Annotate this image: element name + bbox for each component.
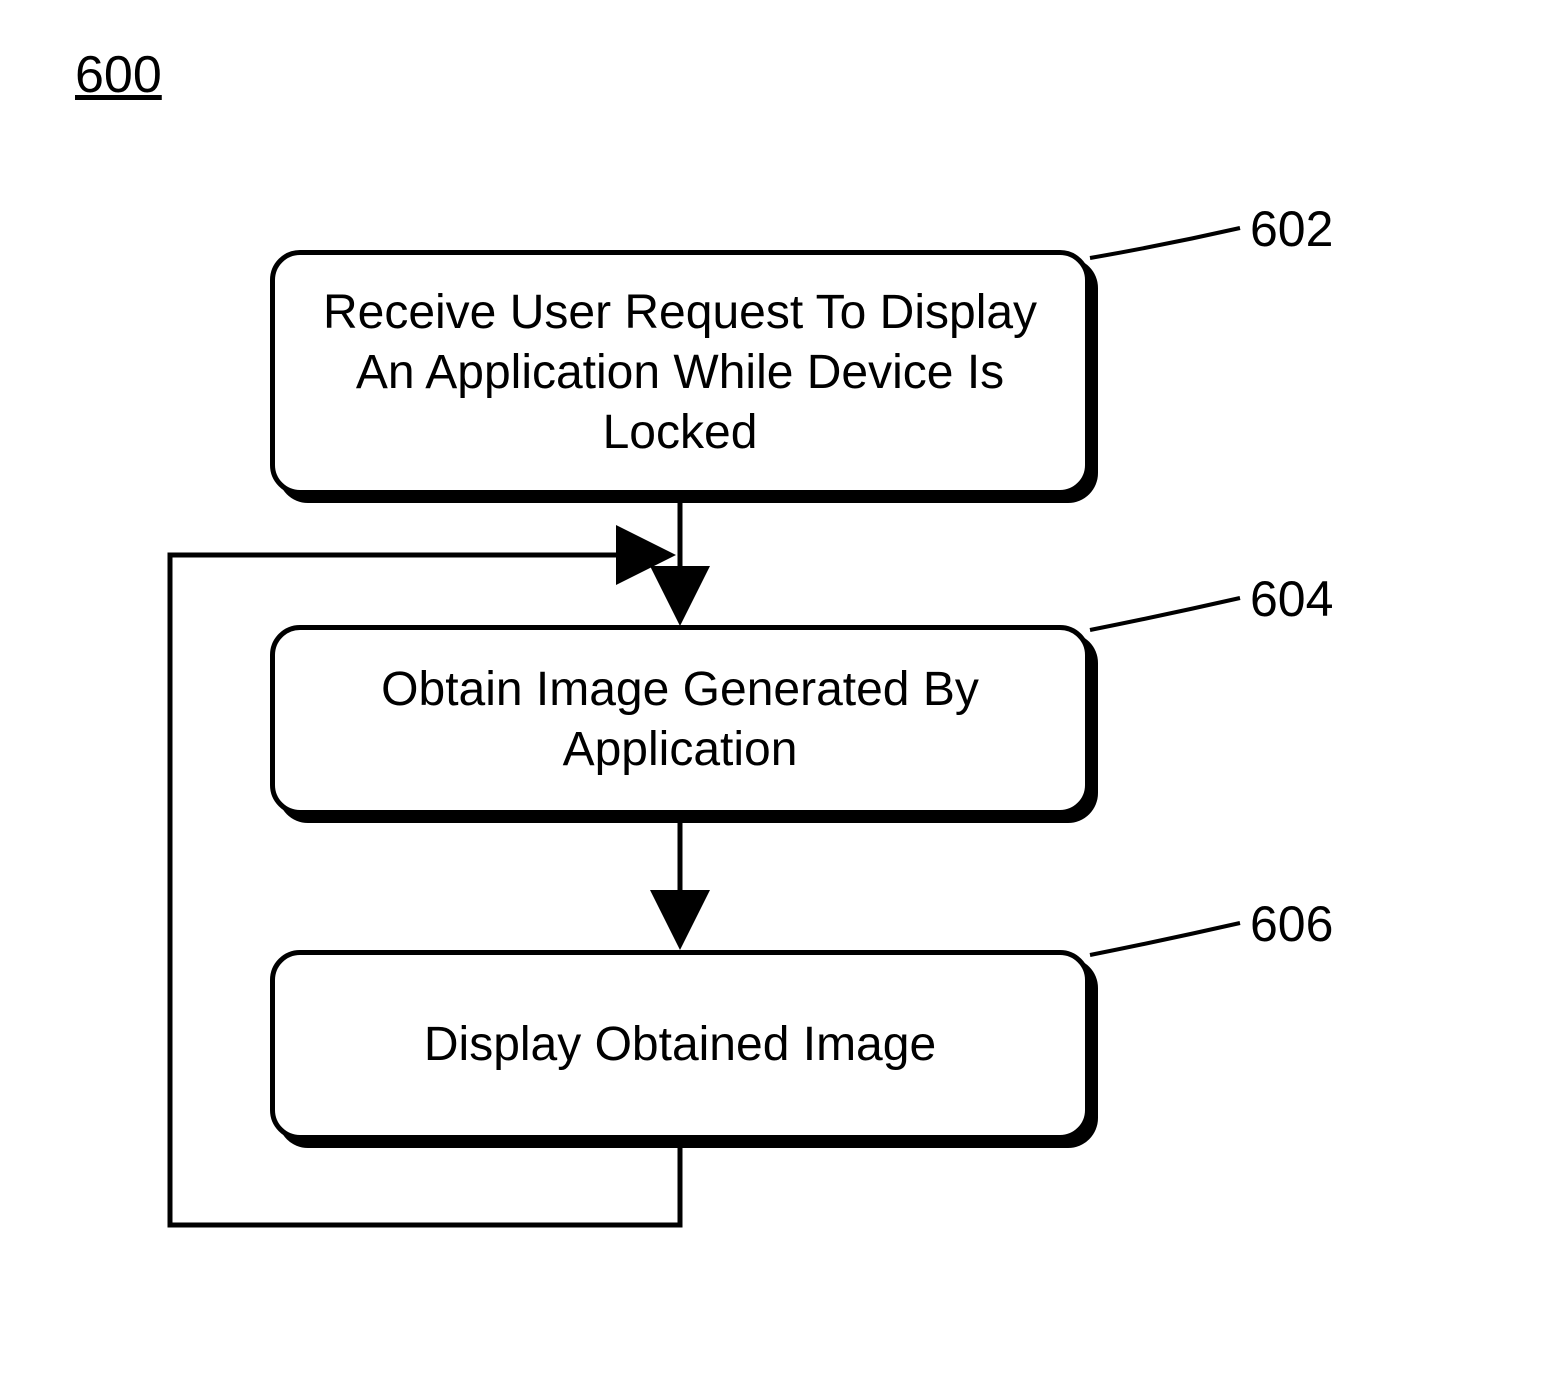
- step-606-box: Display Obtained Image: [270, 950, 1090, 1140]
- step-604-ref: 604: [1250, 570, 1333, 628]
- step-602-box: Receive User Request To Display An Appli…: [270, 250, 1090, 495]
- step-606-ref: 606: [1250, 895, 1333, 953]
- leader-602: [1090, 228, 1240, 258]
- step-604-box: Obtain Image Generated By Application: [270, 625, 1090, 815]
- leader-604: [1090, 598, 1240, 630]
- step-602-text: Receive User Request To Display An Appli…: [303, 283, 1057, 463]
- step-604-text: Obtain Image Generated By Application: [303, 660, 1057, 780]
- flowchart-diagram: 600 Receive User Request To Display An A…: [0, 0, 1552, 1390]
- step-606-text: Display Obtained Image: [424, 1015, 936, 1075]
- figure-number: 600: [75, 45, 162, 105]
- leader-606: [1090, 923, 1240, 955]
- step-602-ref: 602: [1250, 200, 1333, 258]
